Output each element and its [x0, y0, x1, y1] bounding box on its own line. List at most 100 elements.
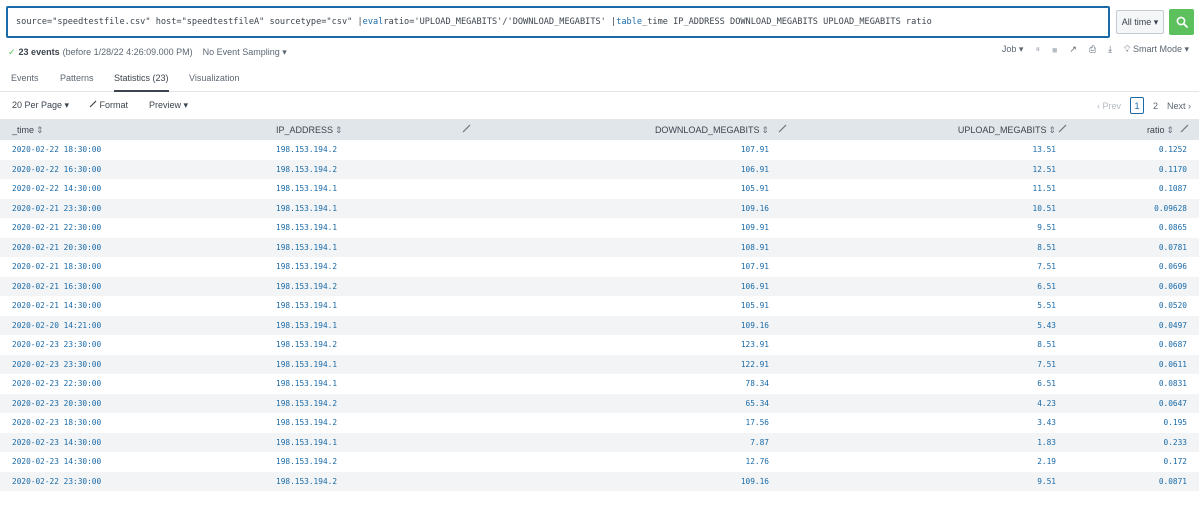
- page-2-button[interactable]: 2: [1153, 101, 1158, 111]
- cell-download[interactable]: 109.16: [741, 321, 769, 330]
- cell-upload[interactable]: 12.51: [1033, 165, 1056, 174]
- tab-events[interactable]: Events: [11, 73, 39, 92]
- cell-ip-address[interactable]: 198.153.194.1: [276, 184, 337, 193]
- cell-ratio[interactable]: 0.1087: [1159, 184, 1187, 193]
- cell-download[interactable]: 105.91: [741, 301, 769, 310]
- cell-ratio[interactable]: 0.0781: [1159, 243, 1187, 252]
- cell-download[interactable]: 123.91: [741, 340, 769, 349]
- stop-icon[interactable]: ■: [1052, 45, 1057, 55]
- edit-column-icon[interactable]: [778, 124, 787, 133]
- cell-download[interactable]: 105.91: [741, 184, 769, 193]
- cell-ratio[interactable]: 0.0865: [1159, 223, 1187, 232]
- cell-time[interactable]: 2020-02-22 18:30:00: [12, 145, 101, 154]
- page-1-button[interactable]: 1: [1129, 97, 1144, 114]
- tab-statistics[interactable]: Statistics (23): [114, 73, 169, 92]
- cell-ratio[interactable]: 0.233: [1164, 438, 1187, 447]
- cell-upload[interactable]: 11.51: [1033, 184, 1056, 193]
- cell-ratio[interactable]: 0.0647: [1159, 399, 1187, 408]
- cell-time[interactable]: 2020-02-21 16:30:00: [12, 282, 101, 291]
- cell-ratio[interactable]: 0.0696: [1159, 262, 1187, 271]
- cell-download[interactable]: 78.34: [746, 379, 769, 388]
- cell-upload[interactable]: 6.51: [1037, 282, 1056, 291]
- cell-time[interactable]: 2020-02-21 22:30:00: [12, 223, 101, 232]
- cell-upload[interactable]: 9.51: [1037, 477, 1056, 486]
- cell-ratio[interactable]: 0.0611: [1159, 360, 1187, 369]
- cell-upload[interactable]: 2.19: [1037, 457, 1056, 466]
- cell-time[interactable]: 2020-02-23 23:30:00: [12, 360, 101, 369]
- pause-icon[interactable]: ⏸: [1035, 44, 1040, 55]
- cell-time[interactable]: 2020-02-23 14:30:00: [12, 457, 101, 466]
- smart-mode-dropdown[interactable]: 💡︎ Smart Mode ▾: [1124, 44, 1189, 55]
- search-input[interactable]: source="speedtestfile.csv" host="speedte…: [6, 6, 1110, 38]
- export-icon[interactable]: ⤓: [1108, 44, 1112, 55]
- cell-upload[interactable]: 7.51: [1037, 360, 1056, 369]
- cell-ip-address[interactable]: 198.153.194.2: [276, 477, 337, 486]
- cell-ip-address[interactable]: 198.153.194.1: [276, 301, 337, 310]
- column-header-time[interactable]: _time ⇕: [12, 125, 44, 136]
- cell-download[interactable]: 107.91: [741, 145, 769, 154]
- edit-column-icon[interactable]: [1180, 124, 1189, 133]
- cell-ratio[interactable]: 0.0497: [1159, 321, 1187, 330]
- cell-time[interactable]: 2020-02-23 23:30:00: [12, 340, 101, 349]
- cell-ratio[interactable]: 0.0687: [1159, 340, 1187, 349]
- cell-ratio[interactable]: 0.1170: [1159, 165, 1187, 174]
- cell-ip-address[interactable]: 198.153.194.2: [276, 282, 337, 291]
- cell-ratio[interactable]: 0.195: [1164, 418, 1187, 427]
- cell-download[interactable]: 109.16: [741, 477, 769, 486]
- cell-ip-address[interactable]: 198.153.194.2: [276, 262, 337, 271]
- tab-visualization[interactable]: Visualization: [189, 73, 239, 92]
- cell-time[interactable]: 2020-02-23 20:30:00: [12, 399, 101, 408]
- cell-ratio[interactable]: 0.0871: [1159, 477, 1187, 486]
- cell-ip-address[interactable]: 198.153.194.1: [276, 243, 337, 252]
- per-page-dropdown[interactable]: 20 Per Page ▾: [12, 100, 69, 111]
- cell-upload[interactable]: 7.51: [1037, 262, 1056, 271]
- cell-time[interactable]: 2020-02-21 18:30:00: [12, 262, 101, 271]
- cell-upload[interactable]: 10.51: [1033, 204, 1056, 213]
- cell-ip-address[interactable]: 198.153.194.1: [276, 321, 337, 330]
- cell-ip-address[interactable]: 198.153.194.2: [276, 145, 337, 154]
- cell-download[interactable]: 106.91: [741, 165, 769, 174]
- cell-time[interactable]: 2020-02-21 20:30:00: [12, 243, 101, 252]
- cell-ip-address[interactable]: 198.153.194.2: [276, 418, 337, 427]
- cell-ratio[interactable]: 0.1252: [1159, 145, 1187, 154]
- cell-time[interactable]: 2020-02-20 14:21:00: [12, 321, 101, 330]
- cell-time[interactable]: 2020-02-21 23:30:00: [12, 204, 101, 213]
- job-menu[interactable]: Job ▾: [1002, 44, 1024, 55]
- cell-upload[interactable]: 5.51: [1037, 301, 1056, 310]
- cell-upload[interactable]: 8.51: [1037, 340, 1056, 349]
- event-sampling-dropdown[interactable]: No Event Sampling ▾: [203, 47, 287, 58]
- cell-ip-address[interactable]: 198.153.194.2: [276, 340, 337, 349]
- cell-ratio[interactable]: 0.172: [1164, 457, 1187, 466]
- cell-upload[interactable]: 8.51: [1037, 243, 1056, 252]
- cell-time[interactable]: 2020-02-23 14:30:00: [12, 438, 101, 447]
- cell-upload[interactable]: 4.23: [1037, 399, 1056, 408]
- share-icon[interactable]: ↗: [1069, 44, 1077, 55]
- cell-download[interactable]: 17.56: [746, 418, 769, 427]
- cell-ratio[interactable]: 0.09628: [1154, 204, 1187, 213]
- cell-ratio[interactable]: 0.0520: [1159, 301, 1187, 310]
- cell-ip-address[interactable]: 198.153.194.1: [276, 223, 337, 232]
- cell-download[interactable]: 109.91: [741, 223, 769, 232]
- cell-time[interactable]: 2020-02-23 18:30:00: [12, 418, 101, 427]
- cell-time[interactable]: 2020-02-22 14:30:00: [12, 184, 101, 193]
- time-range-picker[interactable]: All time ▾: [1116, 10, 1164, 34]
- cell-upload[interactable]: 3.43: [1037, 418, 1056, 427]
- cell-ip-address[interactable]: 198.153.194.2: [276, 165, 337, 174]
- search-button[interactable]: [1169, 9, 1194, 35]
- cell-time[interactable]: 2020-02-22 23:30:00: [12, 477, 101, 486]
- edit-column-icon[interactable]: [1058, 124, 1067, 133]
- prev-page-link[interactable]: ‹ Prev: [1097, 101, 1121, 111]
- column-header-ratio[interactable]: ratio ⇕: [1147, 125, 1174, 136]
- cell-download[interactable]: 106.91: [741, 282, 769, 291]
- cell-upload[interactable]: 1.83: [1037, 438, 1056, 447]
- cell-upload[interactable]: 9.51: [1037, 223, 1056, 232]
- edit-column-icon[interactable]: [462, 124, 471, 133]
- cell-ip-address[interactable]: 198.153.194.1: [276, 379, 337, 388]
- cell-ip-address[interactable]: 198.153.194.2: [276, 399, 337, 408]
- cell-upload[interactable]: 5.43: [1037, 321, 1056, 330]
- cell-upload[interactable]: 13.51: [1033, 145, 1056, 154]
- cell-download[interactable]: 109.16: [741, 204, 769, 213]
- cell-time[interactable]: 2020-02-23 22:30:00: [12, 379, 101, 388]
- cell-ip-address[interactable]: 198.153.194.1: [276, 204, 337, 213]
- cell-ratio[interactable]: 0.0831: [1159, 379, 1187, 388]
